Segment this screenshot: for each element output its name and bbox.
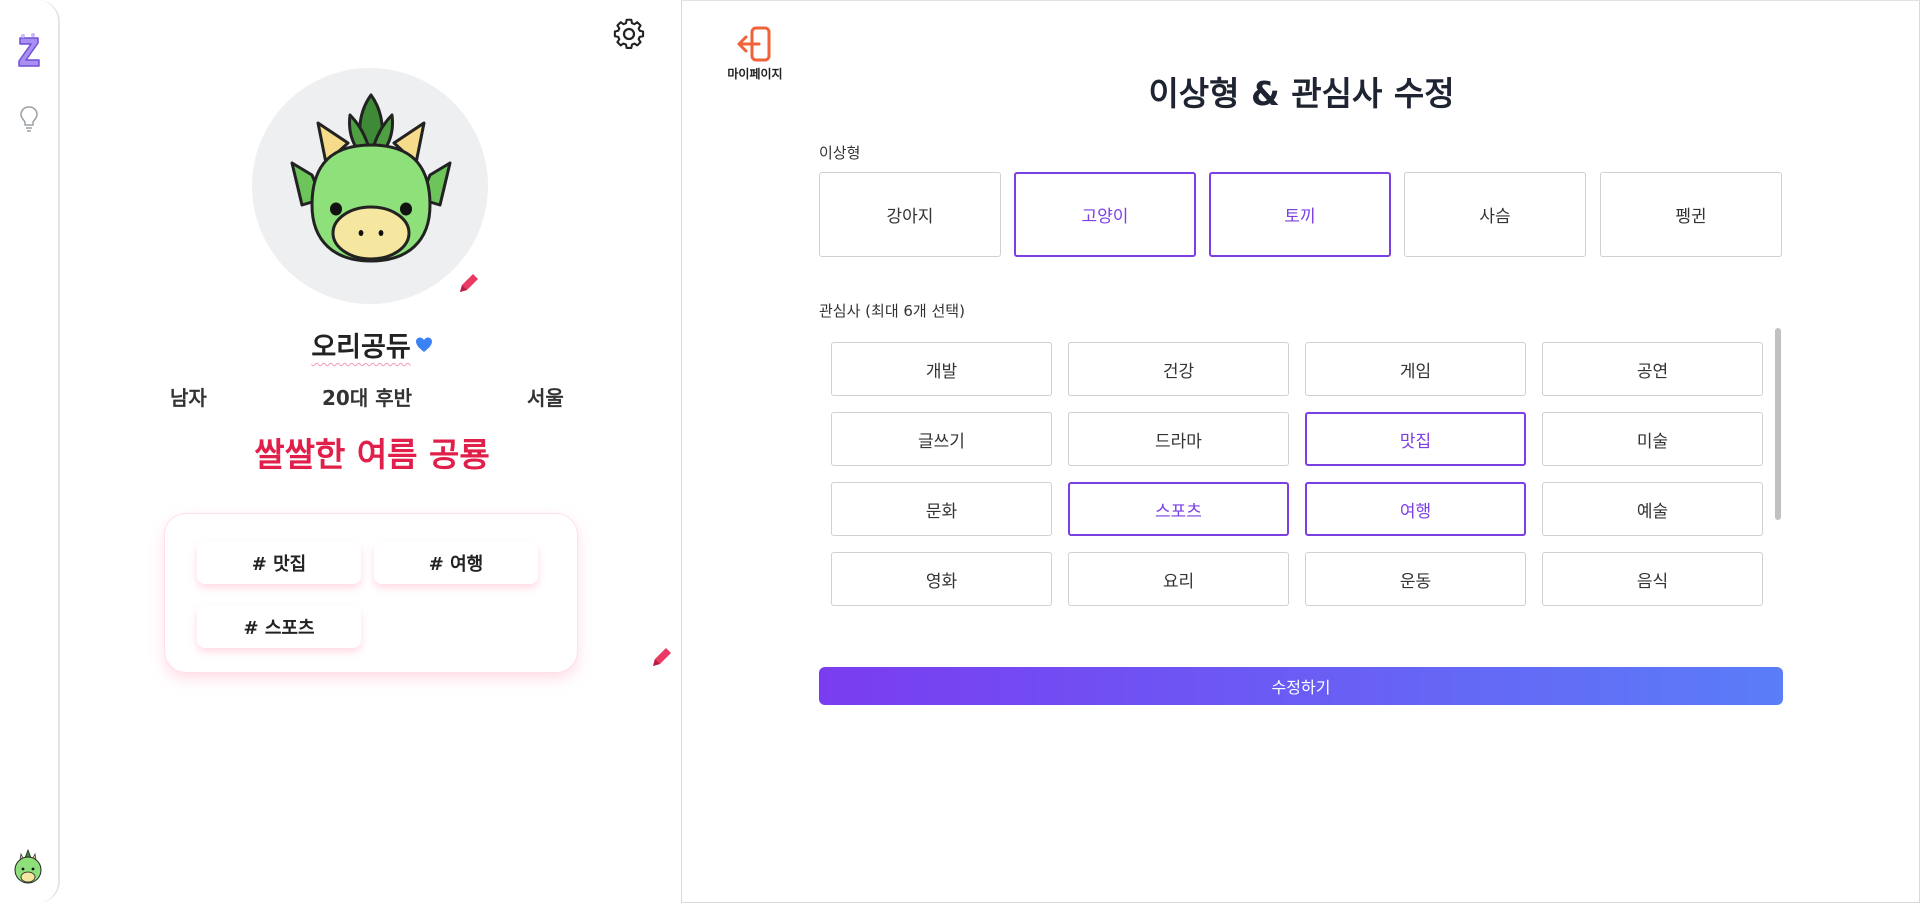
interest-option[interactable]: 드라마 xyxy=(1068,412,1289,466)
profile-avatar xyxy=(252,68,488,304)
page-title: 이상형 & 관심사 수정 xyxy=(1148,74,1455,113)
interest-label: 관심사 (최대 6개 선택) xyxy=(819,302,965,320)
ideal-option-penguin[interactable]: 펭귄 xyxy=(1600,172,1782,257)
dragon-avatar-icon xyxy=(290,93,452,263)
interest-tag: # 스포츠 xyxy=(197,606,361,648)
interest-options: 개발 건강 게임 공연 글쓰기 드라마 맛집 미술 문화 스포츠 여행 예술 영… xyxy=(819,328,1783,618)
edit-avatar-pencil-icon[interactable] xyxy=(456,270,482,296)
ideal-option-dog[interactable]: 강아지 xyxy=(819,172,1001,257)
interest-option[interactable]: 건강 xyxy=(1068,342,1289,396)
interest-option[interactable]: 게임 xyxy=(1305,342,1526,396)
interest-tag: # 여행 xyxy=(374,542,538,584)
gear-icon[interactable] xyxy=(613,18,645,50)
interest-option[interactable]: 개발 xyxy=(831,342,1052,396)
ideal-type-label: 이상형 xyxy=(819,144,861,162)
exit-icon xyxy=(737,26,771,62)
interest-tag: # 맛집 xyxy=(197,542,361,584)
edit-panel: 마이페이지 이상형 & 관심사 수정 이상형 강아지 고양이 토끼 사슴 펭귄 … xyxy=(681,0,1920,903)
gender-text: 남자 xyxy=(170,386,207,410)
dragon-avatar-icon[interactable] xyxy=(10,848,46,886)
interest-tag-card: # 맛집 # 여행 # 스포츠 xyxy=(164,513,671,673)
interest-option[interactable]: 운동 xyxy=(1305,552,1526,606)
interest-option[interactable]: 맛집 xyxy=(1305,412,1526,466)
z-logo-icon[interactable] xyxy=(14,32,44,72)
ideal-option-deer[interactable]: 사슴 xyxy=(1404,172,1586,257)
interest-option[interactable]: 예술 xyxy=(1542,482,1763,536)
ideal-option-rabbit[interactable]: 토끼 xyxy=(1209,172,1391,257)
profile-panel: 오리공듀 남자 20대 후반 서울 쌀쌀한 여름 공룡 # 맛집 # 여행 # … xyxy=(62,0,682,903)
ideal-option-cat[interactable]: 고양이 xyxy=(1014,172,1196,257)
interest-option[interactable]: 음식 xyxy=(1542,552,1763,606)
ideal-type-options: 강아지 고양이 토끼 사슴 펭귄 xyxy=(819,172,1783,257)
edit-tags-pencil-icon[interactable] xyxy=(649,644,675,670)
interest-option[interactable]: 공연 xyxy=(1542,342,1763,396)
interest-option[interactable]: 여행 xyxy=(1305,482,1526,536)
heart-icon xyxy=(415,336,433,354)
lightbulb-icon[interactable] xyxy=(19,105,39,133)
interest-option[interactable]: 글쓰기 xyxy=(831,412,1052,466)
nickname: 오리공듀 xyxy=(311,332,411,363)
region-text: 서울 xyxy=(527,386,564,410)
motto-text: 쌀쌀한 여름 공룡 xyxy=(254,435,490,474)
submit-button[interactable]: 수정하기 xyxy=(819,667,1783,705)
interest-option[interactable]: 미술 xyxy=(1542,412,1763,466)
interest-option[interactable]: 스포츠 xyxy=(1068,482,1289,536)
interest-scrollbar[interactable] xyxy=(1775,328,1781,520)
interest-option[interactable]: 문화 xyxy=(831,482,1052,536)
side-rail xyxy=(0,0,60,903)
interest-option[interactable]: 영화 xyxy=(831,552,1052,606)
nickname-row: 오리공듀 xyxy=(62,325,682,364)
interest-option[interactable]: 요리 xyxy=(1068,552,1289,606)
age-text: 20대 후반 xyxy=(322,386,412,410)
